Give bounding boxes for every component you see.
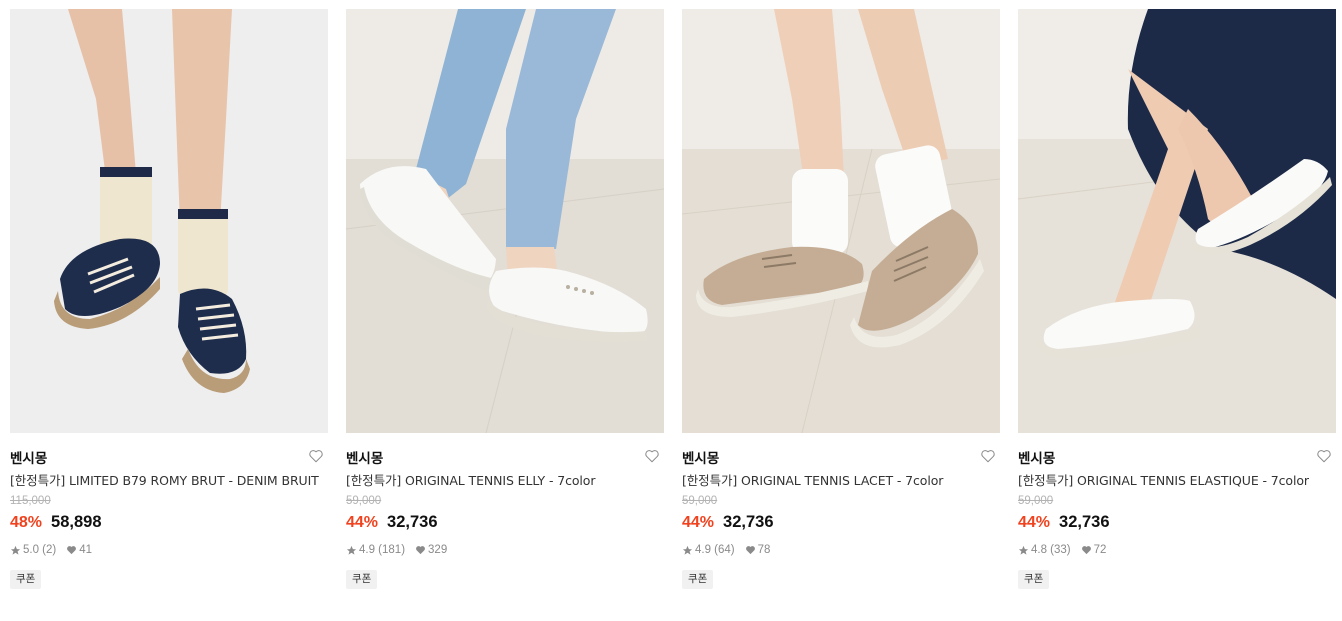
product-photo xyxy=(10,9,328,433)
price-row: 48% 58,898 xyxy=(10,513,328,533)
product-image[interactable] xyxy=(682,9,1000,433)
sale-price: 58,898 xyxy=(51,513,102,531)
price-row: 44% 32,736 xyxy=(346,513,664,533)
product-card[interactable]: 벤시몽 [한정특가] ORIGINAL TENNIS LACET - 7colo… xyxy=(682,9,1000,589)
heart-outline-icon[interactable] xyxy=(644,449,662,465)
sale-price: 32,736 xyxy=(723,513,774,531)
product-name[interactable]: [한정특가] ORIGINAL TENNIS ELASTIQUE - 7colo… xyxy=(1018,472,1336,490)
original-price: 59,000 xyxy=(346,495,382,507)
like-count: 72 xyxy=(1093,544,1107,556)
discount-rate: 44% xyxy=(682,514,715,531)
star-icon xyxy=(346,545,357,556)
product-photo xyxy=(346,9,664,433)
discount-rate: 44% xyxy=(1018,514,1051,531)
product-card[interactable]: 벤시몽 [한정특가] LIMITED B79 ROMY BRUT - DENIM… xyxy=(10,9,328,589)
star-icon xyxy=(10,545,21,556)
coupon-badge[interactable]: 쿠폰 xyxy=(10,570,42,589)
coupon-badge[interactable]: 쿠폰 xyxy=(1018,570,1050,589)
star-icon xyxy=(682,545,693,556)
rating-text: 4.8 (33) xyxy=(1031,544,1071,556)
like-count: 41 xyxy=(79,544,93,556)
product-card[interactable]: 벤시몽 [한정특가] ORIGINAL TENNIS ELASTIQUE - 7… xyxy=(1018,9,1336,589)
product-photo xyxy=(1018,9,1336,433)
original-price: 59,000 xyxy=(1018,495,1054,507)
product-image[interactable] xyxy=(10,9,328,433)
product-image[interactable] xyxy=(346,9,664,433)
heart-outline-icon[interactable] xyxy=(308,449,326,465)
original-price: 115,000 xyxy=(10,495,51,507)
product-grid: 벤시몽 [한정특가] LIMITED B79 ROMY BRUT - DENIM… xyxy=(10,9,1336,589)
rating-text: 4.9 (181) xyxy=(359,544,406,556)
heart-filled-icon xyxy=(1081,545,1092,555)
product-card[interactable]: 벤시몽 [한정특가] ORIGINAL TENNIS ELLY - 7color… xyxy=(346,9,664,589)
star-icon xyxy=(1018,545,1029,556)
brand-name[interactable]: 벤시몽 xyxy=(1018,447,1055,467)
price-row: 44% 32,736 xyxy=(1018,513,1336,533)
product-image[interactable] xyxy=(1018,9,1336,433)
heart-filled-icon xyxy=(66,545,77,555)
product-name[interactable]: [한정특가] ORIGINAL TENNIS ELLY - 7color xyxy=(346,472,664,490)
coupon-badge[interactable]: 쿠폰 xyxy=(346,570,378,589)
review-meta: 4.8 (33) 72 xyxy=(1018,543,1336,557)
sale-price: 32,736 xyxy=(387,513,438,531)
discount-rate: 48% xyxy=(10,514,43,531)
brand-name[interactable]: 벤시몽 xyxy=(10,447,47,467)
like-count: 78 xyxy=(757,544,771,556)
heart-outline-icon[interactable] xyxy=(980,449,998,465)
heart-filled-icon xyxy=(415,545,426,555)
product-photo xyxy=(682,9,1000,433)
review-meta: 4.9 (64) 78 xyxy=(682,543,1000,557)
original-price: 59,000 xyxy=(682,495,718,507)
like-count: 329 xyxy=(428,544,448,556)
discount-rate: 44% xyxy=(346,514,379,531)
review-meta: 4.9 (181) 329 xyxy=(346,543,664,557)
brand-name[interactable]: 벤시몽 xyxy=(346,447,383,467)
rating-text: 5.0 (2) xyxy=(23,544,57,556)
heart-filled-icon xyxy=(745,545,756,555)
brand-name[interactable]: 벤시몽 xyxy=(682,447,719,467)
rating-text: 4.9 (64) xyxy=(695,544,735,556)
review-meta: 5.0 (2) 41 xyxy=(10,543,328,557)
sale-price: 32,736 xyxy=(1059,513,1110,531)
coupon-badge[interactable]: 쿠폰 xyxy=(682,570,714,589)
product-name[interactable]: [한정특가] ORIGINAL TENNIS LACET - 7color xyxy=(682,472,1000,490)
heart-outline-icon[interactable] xyxy=(1316,449,1334,465)
price-row: 44% 32,736 xyxy=(682,513,1000,533)
product-name[interactable]: [한정특가] LIMITED B79 ROMY BRUT - DENIM BRU… xyxy=(10,472,328,490)
